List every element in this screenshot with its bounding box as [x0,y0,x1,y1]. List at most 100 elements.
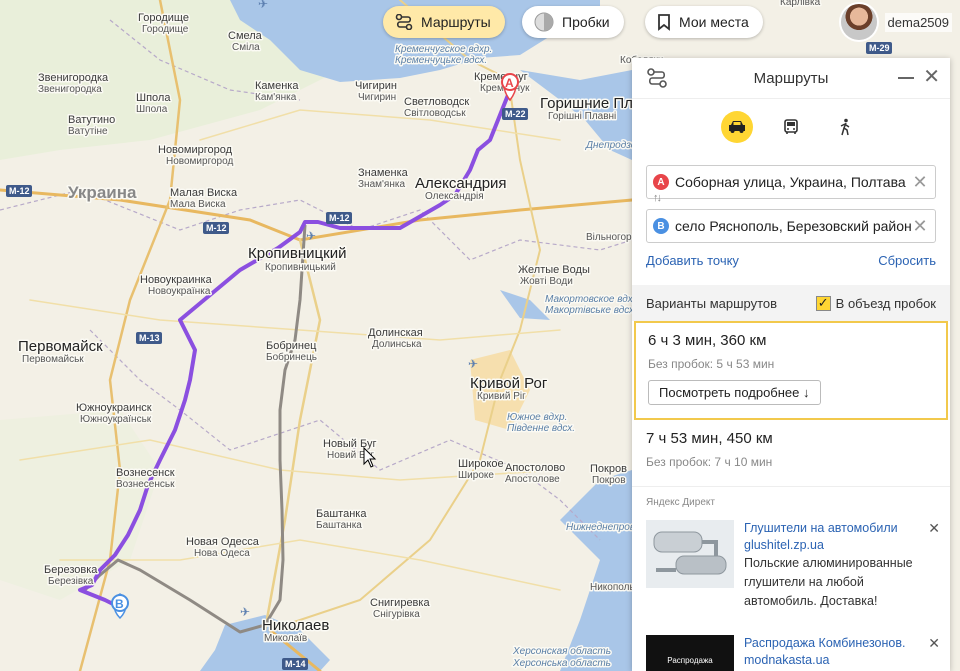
avatar[interactable] [840,4,877,40]
route-actions: Добавить точку Сбросить [632,253,950,281]
traffic-button[interactable]: Пробки [522,6,624,38]
svg-text:Апостолове: Апостолове [505,474,560,485]
svg-text:Макортівське вдсх.: Макортівське вдсх. [545,305,637,316]
walk-mode-button[interactable] [829,111,861,143]
svg-text:M-12: M-12 [329,213,350,223]
route-1-time: 6 ч 3 мин, 360 км [648,332,767,349]
svg-text:Никополь: Никополь [590,582,635,593]
svg-text:M-13: M-13 [139,333,160,343]
svg-text:Ватутино: Ватутино [68,114,115,126]
svg-text:Шпола: Шпола [136,104,168,115]
my-places-button[interactable]: Мои места [645,6,763,38]
ad-title[interactable]: Распродажа Комбинезонов. modnakasta.ua [744,635,936,669]
svg-text:Смела: Смела [228,30,263,42]
user-menu[interactable]: dema2509 [840,4,960,40]
svg-text:Новоукраїнка: Новоукраїнка [148,286,211,297]
clear-a-icon[interactable]: ✕ [911,172,929,193]
ad-image-text: Распродажа [667,655,713,665]
svg-text:Миколаїв: Миколаїв [264,633,307,644]
svg-text:Жовті Води: Жовті Води [520,276,573,287]
route-option-2[interactable]: 7 ч 53 мин, 450 км Без пробок: 7 ч 10 ми… [632,420,950,487]
route-inputs: A Соборная улица, Украина, Полтава ✕ ↑↓ … [632,165,950,243]
routes-button[interactable]: Маршруты [383,6,505,38]
car-mode-button[interactable] [721,111,753,143]
svg-text:Покров: Покров [590,463,627,475]
car-icon [729,121,745,133]
route-1-no-traffic: Без пробок: 5 ч 53 мин [648,357,775,371]
svg-text:Снигиревка: Снигиревка [370,597,430,609]
svg-text:Макортовское вдхр.: Макортовское вдхр. [545,294,641,305]
point-b-input[interactable]: B село Ряснополь, Березовский район ✕ [646,209,936,243]
ad-item[interactable]: Распродажа Распродажа Комбинезонов. modn… [646,635,940,671]
point-a-input[interactable]: A Соборная улица, Украина, Полтава ✕ [646,165,936,199]
svg-text:M-14: M-14 [285,659,306,669]
traffic-icon [534,12,554,32]
username: dema2509 [884,12,952,32]
svg-text:Южноукраинск: Южноукраинск [76,402,152,414]
svg-text:Широке: Широке [458,470,494,481]
route-2-no-traffic: Без пробок: 7 ч 10 мин [646,455,773,469]
svg-text:Херсонська область: Херсонська область [512,657,611,669]
panel-title: Маршруты [753,69,829,87]
svg-text:Південне вдсх.: Південне вдсх. [507,423,575,434]
svg-text:Кременчуцьке вдсх.: Кременчуцьке вдсх. [395,55,487,66]
routes-panel: Маршруты ✕ A Соборная улица, Украина, По… [632,58,950,671]
avoid-traffic-checkbox[interactable]: ✓ В объезд пробок [815,295,936,311]
svg-text:✈: ✈ [468,357,478,371]
swap-points-icon[interactable]: ↑↓ [653,192,662,204]
svg-text:Украина: Украина [68,183,137,202]
svg-text:Березовка: Березовка [44,564,98,576]
svg-text:Знаменка: Знаменка [358,167,409,179]
svg-text:Малая Виска: Малая Виска [170,187,238,199]
svg-text:M-12: M-12 [9,186,30,196]
svg-text:Ватутіне: Ватутіне [68,126,108,137]
svg-text:Звенигородка: Звенигородка [38,84,102,95]
svg-text:Бобринец: Бобринец [266,340,317,352]
clear-b-icon[interactable]: ✕ [911,216,929,237]
route-option-1[interactable]: 6 ч 3 мин, 360 км Без пробок: 5 ч 53 мин… [634,321,948,420]
ad-title[interactable]: Глушители на автомобили glushitel.zp.ua [744,520,936,554]
pedestrian-icon [840,118,850,136]
route-details-button[interactable]: Посмотреть подробнее ↓ [648,380,821,405]
svg-text:Шпола: Шпола [136,92,171,104]
svg-text:M-22: M-22 [505,109,526,119]
svg-text:Кропивницький: Кропивницький [265,262,336,273]
svg-text:Баштанка: Баштанка [316,520,362,531]
bus-icon [784,119,798,134]
svg-text:Олександрія: Олександрія [425,191,484,202]
close-ad-icon[interactable]: ✕ [928,520,940,537]
bus-mode-button[interactable] [775,111,807,143]
svg-text:Новоукраинка: Новоукраинка [140,274,213,286]
svg-text:Новый Буг: Новый Буг [323,438,377,450]
svg-text:Вознесенск: Вознесенск [116,467,175,479]
svg-text:Снігурівка: Снігурівка [373,609,420,620]
add-point-link[interactable]: Добавить точку [646,253,739,268]
svg-text:✈: ✈ [306,229,316,243]
ad-item[interactable]: Глушители на автомобили glushitel.zp.ua … [646,520,940,611]
svg-text:Городище: Городище [142,24,189,35]
minimize-icon[interactable] [898,77,914,79]
close-icon[interactable]: ✕ [923,67,940,87]
route-2-time: 7 ч 53 мин, 450 км [646,430,773,447]
avoid-traffic-label: В объезд пробок [835,295,936,311]
svg-text:Каменка: Каменка [255,80,299,92]
svg-text:Світловодськ: Світловодськ [404,108,466,119]
svg-text:Чигирин: Чигирин [358,92,396,103]
traffic-label: Пробки [562,14,610,30]
close-ad-icon[interactable]: ✕ [928,635,940,652]
svg-text:Горішні Плавні: Горішні Плавні [548,111,616,122]
variants-label: Варианты маршрутов [646,295,778,311]
svg-text:A: A [505,76,514,90]
panel-header: Маршруты ✕ [632,58,950,99]
reset-link[interactable]: Сбросить [878,253,936,268]
svg-text:Светловодск: Светловодск [404,96,469,108]
svg-text:M-12: M-12 [206,223,227,233]
svg-text:✈: ✈ [240,605,250,619]
routes-icon [646,68,668,92]
transport-modes [632,99,950,151]
point-a-value: Соборная улица, Украина, Полтава [675,174,906,190]
muffler-image [646,520,734,588]
svg-text:Первомайск: Первомайск [18,338,103,355]
ads-label: Яндекс Директ [646,497,715,508]
svg-text:Долинская: Долинская [368,327,423,339]
